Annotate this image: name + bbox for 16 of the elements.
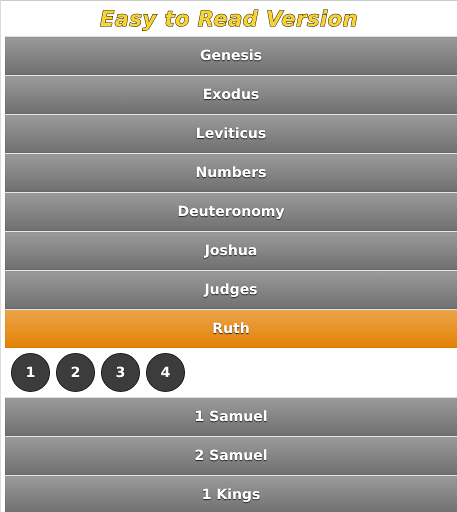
chapter-button[interactable]: 1 [11, 353, 50, 392]
book-item[interactable]: Joshua [5, 231, 457, 270]
book-item[interactable]: Judges [5, 270, 457, 309]
chapter-button[interactable]: 3 [101, 353, 140, 392]
book-item[interactable]: 1 Samuel [5, 397, 457, 436]
app-title: Easy to Read Version [100, 6, 358, 30]
book-item[interactable]: 1 Kings [5, 475, 457, 512]
chapter-button[interactable]: 2 [56, 353, 95, 392]
book-item[interactable]: Leviticus [5, 114, 457, 153]
book-item[interactable]: Ruth [5, 309, 457, 348]
chapter-button[interactable]: 4 [146, 353, 185, 392]
book-item[interactable]: Genesis [5, 36, 457, 75]
book-item[interactable]: Exodus [5, 75, 457, 114]
book-item[interactable]: Numbers [5, 153, 457, 192]
book-item[interactable]: 2 Samuel [5, 436, 457, 475]
book-item[interactable]: Deuteronomy [5, 192, 457, 231]
